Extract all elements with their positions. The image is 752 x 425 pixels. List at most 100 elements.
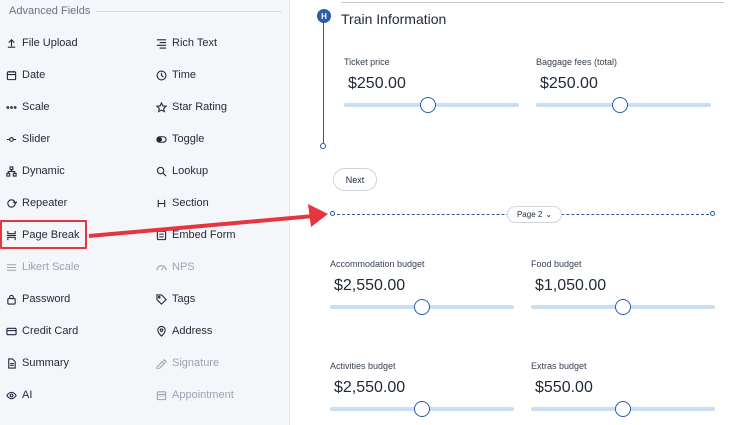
clock-icon xyxy=(155,69,167,81)
field-credit-card[interactable]: Credit Card xyxy=(5,321,78,341)
field-summary[interactable]: Summary xyxy=(5,353,69,373)
slider-track[interactable] xyxy=(536,97,711,113)
field-dynamic[interactable]: Dynamic xyxy=(5,161,65,181)
slider-track[interactable] xyxy=(531,401,715,417)
field-label: Repeater xyxy=(22,197,68,209)
field-file-upload[interactable]: File Upload xyxy=(5,33,78,53)
summary-icon xyxy=(5,357,17,369)
tag-icon xyxy=(155,293,167,305)
field-label: Dynamic xyxy=(22,165,65,177)
field-slider[interactable]: Slider xyxy=(5,129,50,149)
field-date[interactable]: Date xyxy=(5,65,45,85)
field-star-rating[interactable]: Star Rating xyxy=(155,97,227,117)
field-rich-text[interactable]: Rich Text xyxy=(155,33,217,53)
slider-label: Accommodation budget xyxy=(330,259,425,269)
page-break-pill[interactable]: Page 2 ⌄ xyxy=(507,206,562,223)
repeater-icon xyxy=(5,197,17,209)
slider-field-extras-budget: Extras budget $550.00 xyxy=(531,361,715,417)
slider-value: $550.00 xyxy=(535,379,593,396)
field-section[interactable]: Section xyxy=(155,193,209,213)
next-button[interactable]: Next xyxy=(333,168,377,191)
eye-icon xyxy=(5,389,17,401)
section-badge: H xyxy=(317,9,331,23)
section-end-dot xyxy=(320,143,326,149)
field-nps[interactable]: NPS xyxy=(155,257,195,277)
section-line xyxy=(323,23,324,144)
field-label: Tags xyxy=(172,293,196,305)
field-label: Time xyxy=(172,69,197,81)
slider-field-food-budget: Food budget $1,050.00 xyxy=(531,259,715,315)
slider-value: $1,050.00 xyxy=(535,277,607,294)
slider-track[interactable] xyxy=(330,299,514,315)
toggle-icon xyxy=(155,133,167,145)
slider-label: Activities budget xyxy=(330,361,396,371)
page-label: Page 2 xyxy=(516,210,543,219)
field-label: Appointment xyxy=(172,389,234,401)
page-break-start-dot xyxy=(330,211,335,216)
field-label: NPS xyxy=(172,261,195,273)
advanced-fields-sidebar: Advanced Fields File Upload Date Scale Slid… xyxy=(0,0,290,425)
slider-thumb[interactable] xyxy=(615,299,631,315)
field-label: Rich Text xyxy=(172,37,218,49)
slider-field-baggage-fees-total-: Baggage fees (total) $250.00 xyxy=(536,57,711,113)
scale-icon xyxy=(5,101,17,113)
field-lookup[interactable]: Lookup xyxy=(155,161,208,181)
calendar-icon xyxy=(5,69,17,81)
field-time[interactable]: Time xyxy=(155,65,196,85)
field-likert-scale[interactable]: Likert Scale xyxy=(5,257,79,277)
lock-icon xyxy=(5,293,17,305)
field-toggle[interactable]: Toggle xyxy=(155,129,204,149)
field-label: Date xyxy=(22,69,46,81)
slider-thumb[interactable] xyxy=(414,401,430,417)
likert-icon xyxy=(5,261,17,273)
field-tags[interactable]: Tags xyxy=(155,289,195,309)
heading-icon xyxy=(155,197,167,209)
nps-icon xyxy=(155,261,167,273)
field-label: AI xyxy=(22,389,33,401)
divider xyxy=(96,11,282,12)
search-icon xyxy=(155,165,167,177)
slider-track[interactable] xyxy=(531,299,715,315)
field-label: Embed Form xyxy=(172,229,236,241)
field-label: Lookup xyxy=(172,165,209,177)
slider-value: $250.00 xyxy=(348,75,406,92)
field-embed-form[interactable]: Embed Form xyxy=(155,225,236,245)
field-label: Section xyxy=(172,197,209,209)
slider-label: Baggage fees (total) xyxy=(536,57,618,67)
field-label: File Upload xyxy=(22,37,78,49)
field-signature[interactable]: Signature xyxy=(155,353,219,373)
slider-label: Ticket price xyxy=(344,57,390,67)
location-icon xyxy=(155,325,167,337)
field-address[interactable]: Address xyxy=(155,321,212,341)
page-break-highlight xyxy=(0,220,87,249)
field-label: Likert Scale xyxy=(22,261,80,273)
star-icon xyxy=(155,101,167,113)
field-appointment[interactable]: Appointment xyxy=(155,385,234,405)
slider-thumb[interactable] xyxy=(615,401,631,417)
slider-track[interactable] xyxy=(344,97,519,113)
credit-card-icon xyxy=(5,325,17,337)
slider-thumb[interactable] xyxy=(612,97,628,113)
divider xyxy=(341,2,724,3)
field-label: Toggle xyxy=(172,133,205,145)
field-label: Credit Card xyxy=(22,325,79,337)
field-label: Signature xyxy=(172,357,220,369)
field-ai[interactable]: AI xyxy=(5,385,32,405)
slider-value: $2,550.00 xyxy=(334,277,406,294)
field-label: Star Rating xyxy=(172,101,228,113)
slider-label: Food budget xyxy=(531,259,582,269)
rich-text-icon xyxy=(155,37,167,49)
form-canvas: H Train Information Ticket price $250.00 B… xyxy=(290,0,752,425)
slider-label: Extras budget xyxy=(531,361,587,371)
slider-thumb[interactable] xyxy=(414,299,430,315)
field-repeater[interactable]: Repeater xyxy=(5,193,67,213)
page-break-end-dot xyxy=(710,211,715,216)
dynamic-icon xyxy=(5,165,17,177)
field-scale[interactable]: Scale xyxy=(5,97,50,117)
slider-icon xyxy=(5,133,17,145)
slider-track[interactable] xyxy=(330,401,514,417)
slider-field-accommodation-budget: Accommodation budget $2,550.00 xyxy=(330,259,514,315)
slider-thumb[interactable] xyxy=(420,97,436,113)
field-label: Password xyxy=(22,293,71,305)
field-password[interactable]: Password xyxy=(5,289,70,309)
